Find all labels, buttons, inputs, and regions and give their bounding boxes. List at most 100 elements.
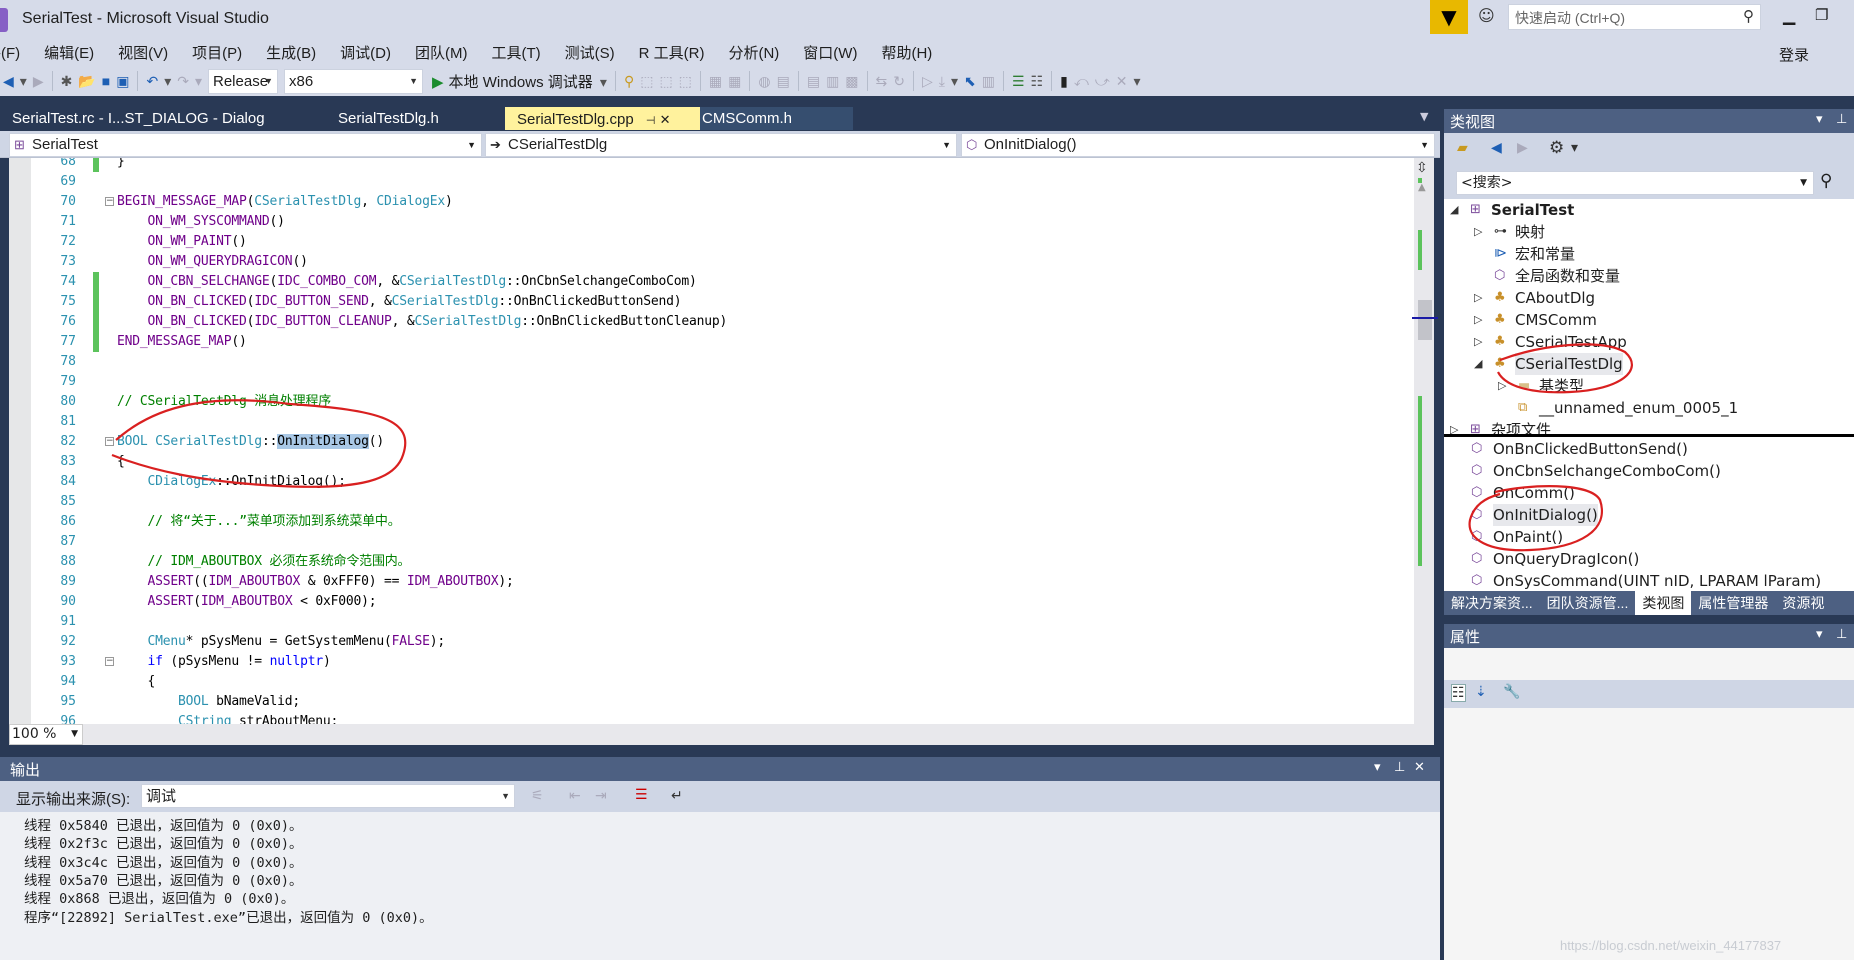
toolbar-item-icon[interactable]: ⬚ xyxy=(640,73,653,90)
collapsed-triangle-icon[interactable]: ▷ xyxy=(1474,287,1482,309)
comment-icon[interactable]: ☰ xyxy=(1012,73,1025,90)
close-icon[interactable]: ✕ xyxy=(660,112,671,127)
minimize-button[interactable]: ▁ xyxy=(1783,6,1795,25)
tree-item[interactable]: ▷ ♣ CMSComm xyxy=(1444,309,1854,331)
property-pages-wrench-icon[interactable]: 🔧 xyxy=(1503,684,1520,700)
uncomment-icon[interactable]: ☷ xyxy=(1031,73,1044,90)
output-text-area[interactable]: 线程 0x5840 已退出，返回值为 0 (0x0)。 线程 0x2f3c 已退出… xyxy=(0,812,1440,960)
login-link[interactable]: 登录 xyxy=(1779,44,1809,65)
toolbar-item-icon[interactable]: ⬚ xyxy=(679,73,692,90)
swap-icon[interactable]: ⇆ xyxy=(876,73,888,90)
find-in-files-icon[interactable]: ⚲ xyxy=(624,73,634,90)
quick-launch-input[interactable]: 快速启动 (Ctrl+Q) ⚲ xyxy=(1508,4,1761,30)
collapsed-triangle-icon[interactable]: ▷ xyxy=(1498,375,1506,397)
tool-tab[interactable]: 解决方案资... xyxy=(1444,591,1540,615)
tab-overflow-dropdown-icon[interactable]: ▼ xyxy=(1420,110,1428,123)
toolbar-item-icon[interactable]: ◍ xyxy=(758,73,770,90)
zoom-level-select[interactable]: 100 % ▼ xyxy=(9,724,83,745)
refresh-icon[interactable]: ↻ xyxy=(893,73,905,90)
restore-button[interactable]: ❐ xyxy=(1815,6,1828,24)
undo-icon[interactable]: ↶ xyxy=(146,73,158,90)
member-dropdown[interactable]: ⬡ OnInitDialog() ▼ xyxy=(961,133,1435,157)
member-item[interactable]: ⬡ OnInitDialog() xyxy=(1444,504,1854,526)
tree-item[interactable]: ⧐ 宏和常量 xyxy=(1444,243,1854,265)
toolbar-item-icon[interactable]: ▦ xyxy=(728,73,741,90)
collapse-icon[interactable]: − xyxy=(105,437,114,446)
member-item[interactable]: ⬡ OnBnClickedButtonSend() xyxy=(1444,438,1854,460)
panel-menu-icon[interactable]: ▾ xyxy=(1374,759,1381,775)
chevron-down-icon[interactable]: ▾ xyxy=(1571,140,1578,156)
tree-item[interactable]: ⧉ __unnamed_enum_0005_1 xyxy=(1444,397,1854,419)
select-icon[interactable]: ⬉ xyxy=(964,73,976,90)
panel-menu-icon[interactable]: ▾ xyxy=(1816,626,1823,642)
menu-item[interactable]: 帮助(H) xyxy=(881,42,932,66)
back-icon[interactable]: ◀ xyxy=(1491,140,1502,156)
back-dropdown-icon[interactable]: ▾ xyxy=(20,73,27,90)
menu-item[interactable]: 编辑(E) xyxy=(44,42,94,66)
categorized-icon[interactable]: ☷ xyxy=(1451,684,1466,702)
prev-bookmark-icon[interactable]: ⤺ xyxy=(1074,73,1089,90)
tab-serialtest-rc[interactable]: SerialTest.rc - I...ST_DIALOG - Dialog xyxy=(0,107,300,130)
class-view-tree[interactable]: ◢ ⊞ SerialTest ▷ ⊶ 映射 ⧐ 宏和常量 ⬡ 全局函数和变量 ▷ ♣ CAboutDlg… xyxy=(1444,199,1854,435)
tab-serialtestdlg-h[interactable]: SerialTestDlg.h xyxy=(300,107,505,130)
toolbar-item-icon[interactable]: ⬚ xyxy=(659,73,672,90)
menu-item[interactable]: 分析(N) xyxy=(728,42,779,66)
indicator-margin[interactable] xyxy=(9,158,31,724)
class-view-search-input[interactable]: <搜索> ▼ xyxy=(1456,171,1814,195)
pin-icon[interactable]: ⊣ xyxy=(646,115,656,127)
pin-icon[interactable]: ⊥ xyxy=(1836,111,1847,127)
next-message-icon[interactable]: ⇥ xyxy=(595,787,607,804)
next-bookmark-icon[interactable]: ⤻ xyxy=(1095,73,1110,90)
class-view-members-list[interactable]: ⬡ OnBnClickedButtonSend() ⬡ OnCbnSelchangeC… xyxy=(1444,437,1854,591)
expanded-triangle-icon[interactable]: ◢ xyxy=(1450,199,1458,221)
menu-item[interactable]: 生成(B) xyxy=(266,42,316,66)
redo-dropdown-icon[interactable]: ▾ xyxy=(195,73,202,90)
tree-item[interactable]: ▷ ♣ CSerialTestApp xyxy=(1444,331,1854,353)
menu-item[interactable]: 调试(D) xyxy=(340,42,391,66)
class-dropdown[interactable]: ➔ CSerialTestDlg ▼ xyxy=(485,133,957,157)
menu-item[interactable]: 团队(M) xyxy=(415,42,468,66)
tool-tab[interactable]: 团队资源管... xyxy=(1540,591,1636,615)
tree-item[interactable]: ⬡ 全局函数和变量 xyxy=(1444,265,1854,287)
member-item[interactable]: ⬡ OnCbnSelchangeComboCom() xyxy=(1444,460,1854,482)
menu-item[interactable]: 窗口(W) xyxy=(803,42,857,66)
collapse-icon[interactable]: − xyxy=(105,657,114,666)
menu-item[interactable]: 件(F) xyxy=(0,42,20,66)
close-icon[interactable]: ✕ xyxy=(1414,759,1425,775)
toolbar-item-icon[interactable]: ▩ xyxy=(845,73,858,90)
member-item[interactable]: ⬡ OnPaint() xyxy=(1444,526,1854,548)
editor-vertical-scrollbar[interactable] xyxy=(1414,158,1434,724)
menu-item[interactable]: 测试(S) xyxy=(565,42,615,66)
toolbar-item-icon[interactable]: ▥ xyxy=(982,73,995,90)
toolbar-item-icon[interactable]: ▦ xyxy=(709,73,722,90)
scrollbar-thumb[interactable] xyxy=(1418,300,1432,340)
scroll-up-icon[interactable]: ▲ xyxy=(1418,182,1426,193)
menu-item[interactable]: 项目(P) xyxy=(192,42,242,66)
tool-tab[interactable]: 类视图 xyxy=(1635,591,1692,615)
open-file-icon[interactable]: 📂 xyxy=(78,73,95,90)
new-project-icon[interactable]: ✱ xyxy=(61,73,73,90)
platform-select[interactable]: x86 ▼ xyxy=(284,68,423,94)
expanded-triangle-icon[interactable]: ◢ xyxy=(1474,353,1482,375)
notification-filter-icon[interactable]: ▼ xyxy=(1430,0,1468,34)
tree-item[interactable]: ▷ ♣ CAboutDlg xyxy=(1444,287,1854,309)
settings-gear-icon[interactable]: ⚙ xyxy=(1549,138,1564,158)
toolbar-item-icon[interactable]: ▤ xyxy=(807,73,820,90)
tree-item[interactable]: ▷ ▬ 基类型 xyxy=(1444,375,1854,397)
pin-icon[interactable]: ⊥ xyxy=(1836,626,1847,642)
split-editor-icon[interactable]: ⇳ xyxy=(1416,160,1428,176)
tree-item[interactable]: ▷ ⊞ 杂项文件 xyxy=(1444,419,1854,435)
save-icon[interactable]: ■ xyxy=(102,73,110,89)
panel-menu-icon[interactable]: ▾ xyxy=(1816,111,1823,127)
prev-message-icon[interactable]: ⇤ xyxy=(569,787,581,804)
back-icon[interactable]: ◀ xyxy=(3,73,14,90)
collapsed-triangle-icon[interactable]: ▷ xyxy=(1474,221,1482,243)
editor-horizontal-scrollbar[interactable] xyxy=(9,724,1434,745)
new-folder-icon[interactable]: ▰ xyxy=(1457,140,1468,156)
configuration-select[interactable]: Release ▼ xyxy=(208,68,278,94)
project-dropdown[interactable]: ⊞ SerialTest ▼ xyxy=(9,133,482,157)
collapsed-triangle-icon[interactable]: ▷ xyxy=(1474,309,1482,331)
alphabetical-sort-icon[interactable]: ⇣ xyxy=(1475,684,1487,700)
member-item[interactable]: ⬡ OnSysCommand(UINT nID, LPARAM lParam) xyxy=(1444,570,1854,591)
collapsed-triangle-icon[interactable]: ▷ xyxy=(1450,419,1458,435)
